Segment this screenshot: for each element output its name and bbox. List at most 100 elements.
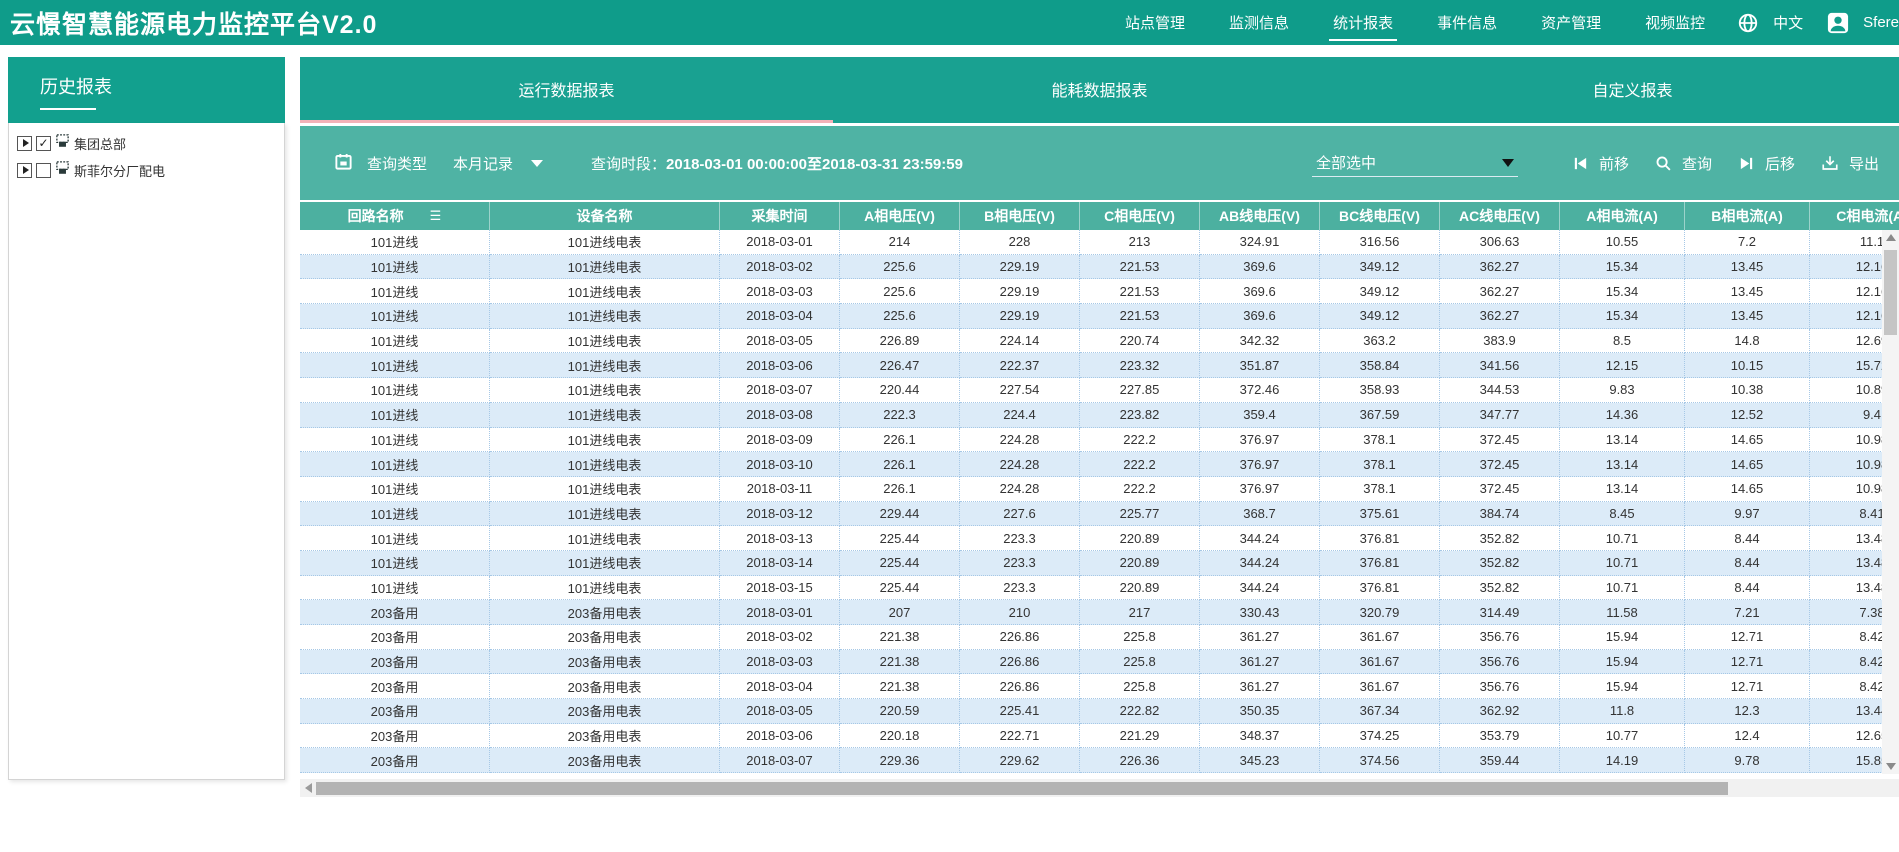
column-header-0[interactable]: 回路名称☰ [300, 202, 490, 230]
table-cell: 2018-03-05 [720, 699, 840, 724]
table-row[interactable]: 203备用203备用电表2018-03-03221.38226.86225.83… [300, 650, 1899, 675]
query-buttons: 前移 查询 后移 导出 [1546, 153, 1879, 174]
table-row[interactable]: 203备用203备用电表2018-03-02221.38226.86225.83… [300, 625, 1899, 650]
table-row[interactable]: 203备用203备用电表2018-03-05220.59225.41222.82… [300, 699, 1899, 724]
tab-2[interactable]: 自定义报表 [1366, 57, 1899, 123]
prev-button-label: 前移 [1599, 153, 1629, 174]
table-cell: 101进线 [300, 378, 490, 403]
scroll-down-icon[interactable] [1882, 759, 1899, 774]
table-cell: 14.65 [1685, 477, 1810, 502]
search-icon [1655, 155, 1672, 172]
table-cell: 9.83 [1560, 378, 1685, 403]
top-nav-item-2[interactable]: 统计报表 [1333, 0, 1393, 45]
tab-1[interactable]: 能耗数据报表 [833, 57, 1366, 123]
top-nav-item-4[interactable]: 资产管理 [1541, 0, 1601, 45]
table-row[interactable]: 101进线101进线电表2018-03-10226.1224.28222.237… [300, 452, 1899, 477]
table-cell: 12.71 [1685, 650, 1810, 675]
horizontal-scrollbar[interactable] [300, 779, 1899, 797]
table-row[interactable]: 101进线101进线电表2018-03-15225.44223.3220.893… [300, 576, 1899, 601]
table-row[interactable]: 101进线101进线电表2018-03-05226.89224.14220.74… [300, 329, 1899, 354]
table-row[interactable]: 101进线101进线电表2018-03-04225.6229.19221.533… [300, 304, 1899, 329]
table-cell: 7.21 [1685, 600, 1810, 625]
table-cell: 226.89 [840, 329, 960, 354]
table-cell: 2018-03-08 [720, 403, 840, 428]
table-row[interactable]: 203备用203备用电表2018-03-06220.18222.71221.29… [300, 724, 1899, 749]
table-cell: 10.77 [1560, 724, 1685, 749]
table-row[interactable]: 101进线101进线电表2018-03-08222.3224.4223.8235… [300, 403, 1899, 428]
column-header-3[interactable]: A相电压(V) [840, 202, 960, 230]
table-row[interactable]: 101进线101进线电表2018-03-14225.44223.3220.893… [300, 551, 1899, 576]
scroll-left-icon[interactable] [300, 779, 316, 797]
top-nav-item-3[interactable]: 事件信息 [1437, 0, 1497, 45]
menu-icon[interactable]: ☰ [430, 208, 442, 224]
query-type-value: 本月记录 [453, 153, 513, 174]
column-header-2[interactable]: 采集时间 [720, 202, 840, 230]
column-header-4[interactable]: B相电压(V) [960, 202, 1080, 230]
globe-icon[interactable] [1737, 12, 1759, 34]
column-header-label: AC线电压(V) [1459, 206, 1540, 226]
tree-expand-icon[interactable] [17, 136, 32, 151]
column-header-8[interactable]: AC线电压(V) [1440, 202, 1560, 230]
tree-checkbox[interactable]: ✓ [36, 136, 51, 151]
next-button[interactable]: 后移 [1738, 153, 1795, 174]
column-header-10[interactable]: B相电流(A) [1685, 202, 1810, 230]
table-row[interactable]: 101进线101进线电表2018-03-06226.47222.37223.32… [300, 353, 1899, 378]
tree-item-label[interactable]: 集团总部 [74, 134, 126, 153]
table-cell: 349.12 [1320, 304, 1440, 329]
tree-item-1[interactable]: 斯菲尔分厂配电 [17, 160, 276, 180]
table-row[interactable]: 101进线101进线电表2018-03-12229.44227.6225.773… [300, 502, 1899, 527]
table-cell: 226.86 [960, 674, 1080, 699]
table-cell: 342.32 [1200, 329, 1320, 354]
tab-0[interactable]: 运行数据报表 [300, 57, 833, 123]
horizontal-scrollbar-thumb[interactable] [316, 782, 1728, 795]
table-row[interactable]: 101进线101进线电表2018-03-02225.6229.19221.533… [300, 255, 1899, 280]
export-button[interactable]: 导出 [1821, 153, 1879, 174]
vertical-scrollbar-thumb[interactable] [1884, 250, 1897, 335]
table-cell: 222.71 [960, 724, 1080, 749]
top-nav-item-0[interactable]: 站点管理 [1125, 0, 1185, 45]
language-switch[interactable]: 中文 [1773, 12, 1803, 33]
column-header-6[interactable]: AB线电压(V) [1200, 202, 1320, 230]
tree-item-label[interactable]: 斯菲尔分厂配电 [74, 161, 165, 180]
user-icon[interactable] [1827, 12, 1849, 34]
table-cell: 225.44 [840, 551, 960, 576]
table-row[interactable]: 101进线101进线电表2018-03-11226.1224.28222.237… [300, 477, 1899, 502]
table-row[interactable]: 101进线101进线电表2018-03-03225.6229.19221.533… [300, 279, 1899, 304]
table-cell: 10.38 [1685, 378, 1810, 403]
table-cell: 362.27 [1440, 279, 1560, 304]
tree-item-0[interactable]: ✓ 集团总部 [17, 133, 276, 153]
table-cell: 229.62 [960, 748, 1080, 773]
current-user[interactable]: Sfere [1863, 14, 1899, 31]
table-cell: 10.15 [1685, 353, 1810, 378]
table-cell: 8.44 [1685, 576, 1810, 601]
table-cell: 101进线电表 [490, 452, 720, 477]
table-row[interactable]: 101进线101进线电表2018-03-13225.44223.3220.893… [300, 526, 1899, 551]
meter-select[interactable]: 全部选中 [1312, 149, 1518, 177]
column-header-9[interactable]: A相电流(A) [1560, 202, 1685, 230]
table-row[interactable]: 101进线101进线电表2018-03-01214228213324.91316… [300, 230, 1899, 255]
column-header-11[interactable]: C相电流(A) [1810, 202, 1899, 230]
table-row[interactable]: 203备用203备用电表2018-03-07229.36229.62226.36… [300, 748, 1899, 773]
search-button[interactable]: 查询 [1655, 153, 1712, 174]
table-cell: 101进线 [300, 452, 490, 477]
table-row[interactable]: 203备用203备用电表2018-03-01207210217330.43320… [300, 600, 1899, 625]
query-type-select[interactable]: 本月记录 [453, 153, 543, 174]
top-nav-item-1[interactable]: 监测信息 [1229, 0, 1289, 45]
scroll-up-icon[interactable] [1882, 230, 1899, 245]
table-cell: 361.67 [1320, 674, 1440, 699]
export-icon [1821, 154, 1839, 172]
prev-button[interactable]: 前移 [1572, 153, 1629, 174]
top-nav-item-5[interactable]: 视频监控 [1645, 0, 1705, 45]
tree-checkbox[interactable] [36, 163, 51, 178]
table-cell: 225.44 [840, 526, 960, 551]
table-row[interactable]: 101进线101进线电表2018-03-09226.1224.28222.237… [300, 428, 1899, 453]
table-row[interactable]: 203备用203备用电表2018-03-04221.38226.86225.83… [300, 674, 1899, 699]
table-row[interactable]: 101进线101进线电表2018-03-07220.44227.54227.85… [300, 378, 1899, 403]
table-cell: 12.71 [1685, 674, 1810, 699]
vertical-scrollbar[interactable] [1882, 230, 1899, 774]
column-header-7[interactable]: BC线电压(V) [1320, 202, 1440, 230]
table-cell: 350.35 [1200, 699, 1320, 724]
column-header-5[interactable]: C相电压(V) [1080, 202, 1200, 230]
column-header-1[interactable]: 设备名称 [490, 202, 720, 230]
tree-expand-icon[interactable] [17, 163, 32, 178]
